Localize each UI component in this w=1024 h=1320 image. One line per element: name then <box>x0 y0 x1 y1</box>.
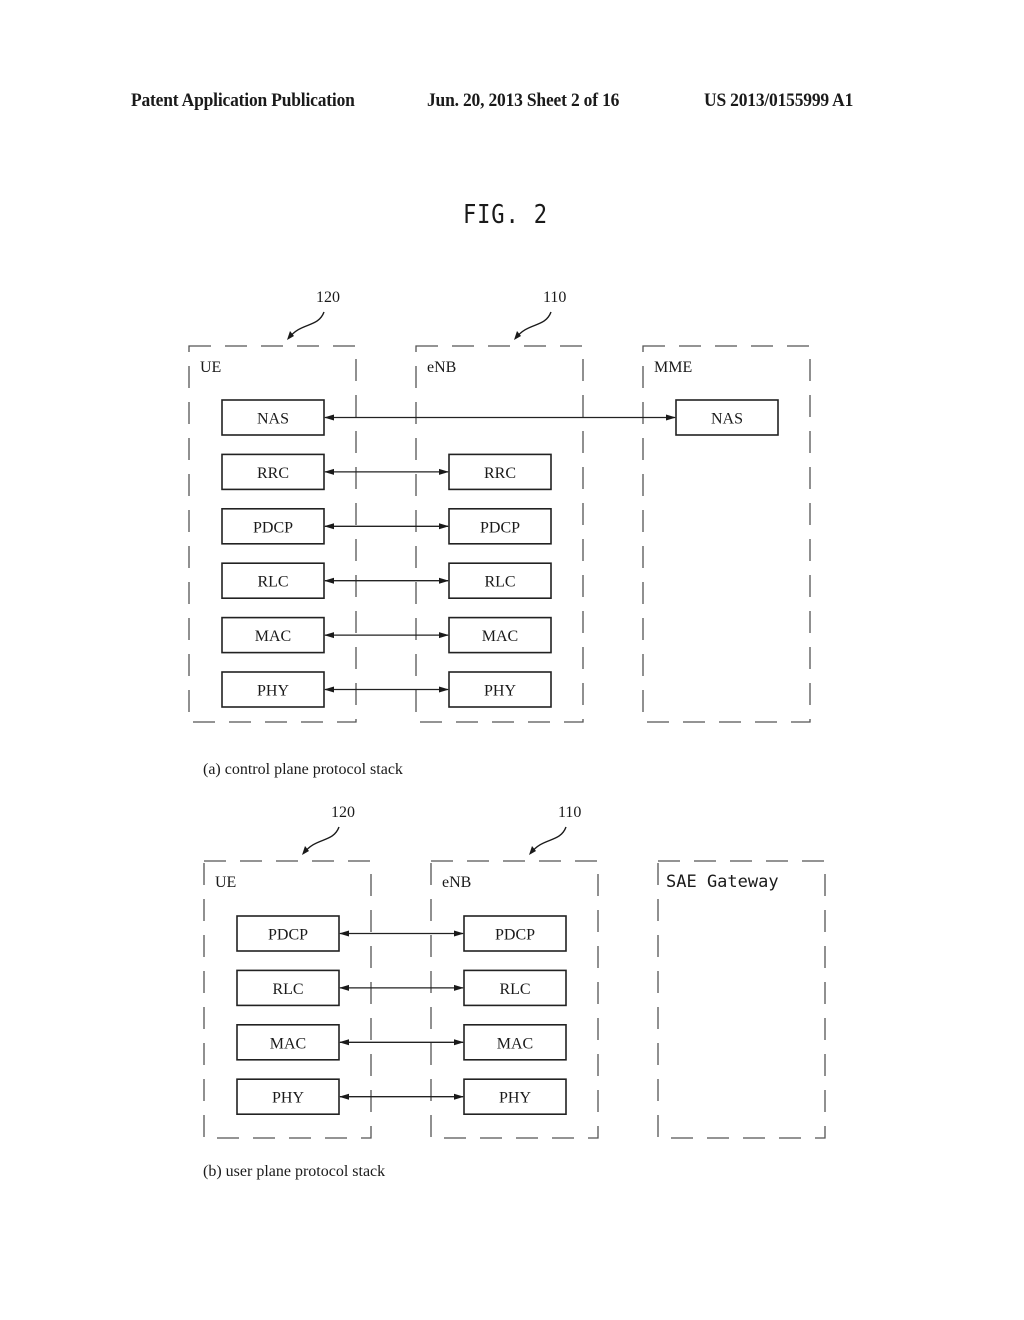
leader-line <box>288 311 325 339</box>
layer-row-phy: PHY PHY <box>236 1078 567 1115</box>
entity-frame-enb: eNB 110 <box>415 289 584 723</box>
layer-box-ue-rrc: RRC <box>221 453 325 491</box>
layer-label: MAC <box>270 1035 306 1052</box>
layer-box-ue-rlc: RLC <box>236 969 340 1007</box>
layer-label: RRC <box>484 465 516 482</box>
layer-box-enb-mac: MAC <box>463 1024 567 1061</box>
layer-label: MAC <box>255 628 291 645</box>
layer-row-mac: MAC MAC <box>221 616 552 654</box>
entity-frame-gw: SAE Gateway <box>657 860 826 1139</box>
layer-box-mme-nas: NAS <box>675 399 779 436</box>
layer-box-enb-pdcp: PDCP <box>448 507 552 545</box>
panel-caption: (a) control plane protocol stack <box>203 761 403 778</box>
layer-label: PDCP <box>495 927 535 944</box>
layer-row-pdcp: PDCP PDCP <box>236 915 567 952</box>
leader-arrowhead-icon <box>302 846 309 855</box>
leader-arrowhead-icon <box>529 846 536 855</box>
entity-label-ue: UE <box>215 874 236 891</box>
layer-box-ue-nas: NAS <box>221 399 325 436</box>
layer-label: RLC <box>257 574 288 591</box>
control-plane-panel: UE120eNB110MMENAS NASRRC RRCPDCP PDCPRLC RLC… <box>188 289 811 778</box>
layer-box-ue-rlc: RLC <box>221 562 325 600</box>
leader-line <box>530 826 567 854</box>
layer-box-ue-pdcp: PDCP <box>221 507 325 545</box>
panel-caption: (b) user plane protocol stack <box>203 1163 385 1180</box>
layer-row-rrc: RRC RRC <box>221 453 552 491</box>
layer-label: PDCP <box>253 519 293 536</box>
reference-numeral-ue: 120 <box>316 289 340 306</box>
layer-box-enb-mac: MAC <box>448 616 552 654</box>
entity-label-enb: eNB <box>427 359 456 376</box>
layer-row-phy: PHY PHY <box>221 671 552 708</box>
layer-label: MAC <box>482 628 518 645</box>
layer-label: RLC <box>484 574 515 591</box>
layer-box-enb-rrc: RRC <box>448 453 552 491</box>
layer-label: NAS <box>257 411 289 428</box>
entity-label-enb: eNB <box>442 874 471 891</box>
layer-box-enb-rlc: RLC <box>463 969 567 1007</box>
layer-label: RLC <box>272 981 303 998</box>
entity-label-ue: UE <box>200 359 221 376</box>
layer-box-ue-phy: PHY <box>221 671 325 708</box>
reference-numeral-ue: 120 <box>331 804 355 821</box>
layer-row-rlc: RLC RLC <box>236 969 567 1007</box>
layer-label: PDCP <box>480 519 520 536</box>
layer-label: PDCP <box>268 927 308 944</box>
layer-row-mac: MAC MAC <box>236 1024 567 1061</box>
layer-label: RRC <box>257 465 289 482</box>
layer-label: MAC <box>497 1035 533 1052</box>
entity-label-gw: SAE Gateway <box>666 872 779 892</box>
protocol-stack-diagram: UE120eNB110MMENAS NASRRC RRCPDCP PDCPRLC RLC… <box>188 289 826 1180</box>
layer-box-enb-phy: PHY <box>448 671 552 708</box>
dashed-border <box>657 860 826 1139</box>
leader-line <box>515 311 552 339</box>
layer-box-enb-pdcp: PDCP <box>463 915 567 952</box>
layer-row-nas: NAS NAS <box>221 399 779 436</box>
reference-numeral-enb: 110 <box>558 804 581 821</box>
layer-box-ue-mac: MAC <box>221 616 325 654</box>
leader-arrowhead-icon <box>514 331 521 340</box>
reference-numeral-enb: 110 <box>543 289 566 306</box>
leader-line <box>303 826 340 854</box>
layer-label: PHY <box>257 683 289 700</box>
layer-box-ue-phy: PHY <box>236 1078 340 1115</box>
leader-arrowhead-icon <box>287 331 294 340</box>
layer-box-ue-mac: MAC <box>236 1024 340 1061</box>
entity-frame-ue: UE 120 <box>188 289 357 723</box>
layer-label: PHY <box>499 1090 531 1107</box>
layer-label: RLC <box>499 981 530 998</box>
entity-label-mme: MME <box>654 359 692 376</box>
layer-label: PHY <box>272 1090 304 1107</box>
layer-row-pdcp: PDCP PDCP <box>221 507 552 545</box>
layer-label: NAS <box>711 411 743 428</box>
layer-row-rlc: RLC RLC <box>221 562 552 600</box>
user-plane-panel: UE120eNB110SAE GatewayPDCP PDCPRLC RLCMAC M… <box>203 804 826 1180</box>
layer-box-enb-rlc: RLC <box>448 562 552 600</box>
layer-box-ue-pdcp: PDCP <box>236 915 340 952</box>
layer-box-enb-phy: PHY <box>463 1078 567 1115</box>
layer-label: PHY <box>484 683 516 700</box>
